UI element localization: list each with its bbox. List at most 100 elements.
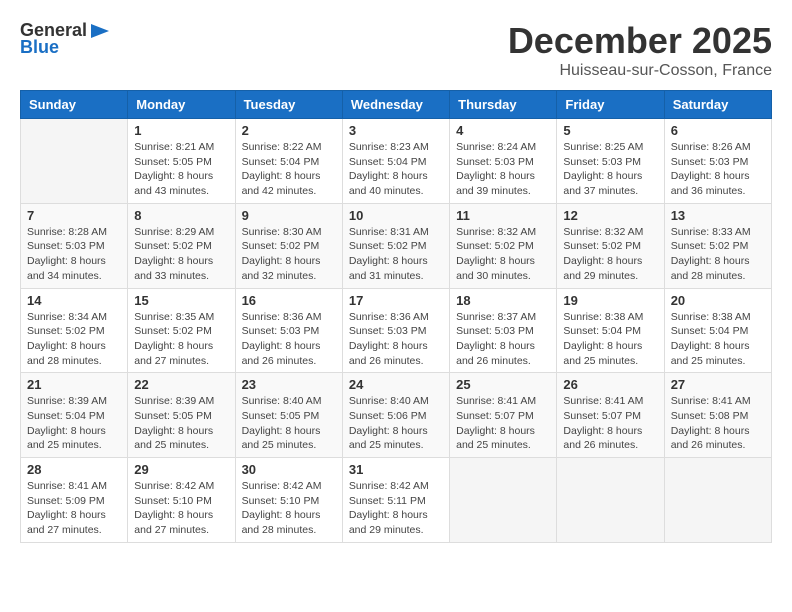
calendar-cell: 8 Sunrise: 8:29 AM Sunset: 5:02 PM Daylig… [128, 203, 235, 288]
calendar-table: SundayMondayTuesdayWednesdayThursdayFrid… [20, 90, 772, 543]
header-sunday: Sunday [21, 91, 128, 119]
day-number: 13 [671, 208, 765, 223]
calendar-cell: 23 Sunrise: 8:40 AM Sunset: 5:05 PM Dayli… [235, 373, 342, 458]
calendar-cell: 20 Sunrise: 8:38 AM Sunset: 5:04 PM Dayli… [664, 288, 771, 373]
day-number: 15 [134, 293, 228, 308]
day-info: Sunrise: 8:39 AM Sunset: 5:04 PM Dayligh… [27, 394, 121, 453]
calendar-cell: 22Sunrise: 8:39 AM Sunset: 5:05 PM Dayli… [128, 373, 235, 458]
calendar-cell [21, 119, 128, 204]
day-info: Sunrise: 8:37 AM Sunset: 5:03 PM Dayligh… [456, 310, 550, 369]
day-number: 12 [563, 208, 657, 223]
day-number: 6 [671, 123, 765, 138]
calendar-cell: 6 Sunrise: 8:26 AM Sunset: 5:03 PM Daylig… [664, 119, 771, 204]
day-number: 11 [456, 208, 550, 223]
calendar-cell: 15 Sunrise: 8:35 AM Sunset: 5:02 PM Dayli… [128, 288, 235, 373]
day-number: 9 [242, 208, 336, 223]
week-row-5: 28 Sunrise: 8:41 AM Sunset: 5:09 PM Dayli… [21, 458, 772, 543]
header-tuesday: Tuesday [235, 91, 342, 119]
day-info: Sunrise: 8:38 AM Sunset: 5:04 PM Dayligh… [671, 310, 765, 369]
day-info: Sunrise: 8:40 AM Sunset: 5:05 PM Dayligh… [242, 394, 336, 453]
day-info: Sunrise: 8:36 AM Sunset: 5:03 PM Dayligh… [349, 310, 443, 369]
week-row-4: 21Sunrise: 8:39 AM Sunset: 5:04 PM Dayli… [21, 373, 772, 458]
header-monday: Monday [128, 91, 235, 119]
day-number: 26 [563, 377, 657, 392]
calendar-cell: 2 Sunrise: 8:22 AM Sunset: 5:04 PM Daylig… [235, 119, 342, 204]
header-thursday: Thursday [450, 91, 557, 119]
calendar-cell: 19 Sunrise: 8:38 AM Sunset: 5:04 PM Dayli… [557, 288, 664, 373]
calendar-cell: 4 Sunrise: 8:24 AM Sunset: 5:03 PM Daylig… [450, 119, 557, 204]
calendar-cell [664, 458, 771, 543]
calendar-cell [450, 458, 557, 543]
header-friday: Friday [557, 91, 664, 119]
day-info: Sunrise: 8:40 AM Sunset: 5:06 PM Dayligh… [349, 394, 443, 453]
day-number: 14 [27, 293, 121, 308]
day-info: Sunrise: 8:26 AM Sunset: 5:03 PM Dayligh… [671, 140, 765, 199]
day-info: Sunrise: 8:42 AM Sunset: 5:10 PM Dayligh… [242, 479, 336, 538]
day-info: Sunrise: 8:41 AM Sunset: 5:07 PM Dayligh… [563, 394, 657, 453]
day-info: Sunrise: 8:42 AM Sunset: 5:10 PM Dayligh… [134, 479, 228, 538]
calendar-cell: 27 Sunrise: 8:41 AM Sunset: 5:08 PM Dayli… [664, 373, 771, 458]
day-number: 2 [242, 123, 336, 138]
day-info: Sunrise: 8:41 AM Sunset: 5:08 PM Dayligh… [671, 394, 765, 453]
calendar-cell: 3Sunrise: 8:23 AM Sunset: 5:04 PM Daylig… [342, 119, 449, 204]
day-number: 7 [27, 208, 121, 223]
calendar-cell: 21Sunrise: 8:39 AM Sunset: 5:04 PM Dayli… [21, 373, 128, 458]
calendar-cell: 28 Sunrise: 8:41 AM Sunset: 5:09 PM Dayli… [21, 458, 128, 543]
day-info: Sunrise: 8:24 AM Sunset: 5:03 PM Dayligh… [456, 140, 550, 199]
day-number: 24 [349, 377, 443, 392]
calendar-cell: 16Sunrise: 8:36 AM Sunset: 5:03 PM Dayli… [235, 288, 342, 373]
logo-flag-icon [89, 22, 111, 40]
day-info: Sunrise: 8:32 AM Sunset: 5:02 PM Dayligh… [563, 225, 657, 284]
day-info: Sunrise: 8:31 AM Sunset: 5:02 PM Dayligh… [349, 225, 443, 284]
location-title: Huisseau-sur-Cosson, France [508, 62, 772, 80]
calendar-cell: 10Sunrise: 8:31 AM Sunset: 5:02 PM Dayli… [342, 203, 449, 288]
calendar-cell: 12 Sunrise: 8:32 AM Sunset: 5:02 PM Dayli… [557, 203, 664, 288]
day-number: 22 [134, 377, 228, 392]
calendar-cell: 18Sunrise: 8:37 AM Sunset: 5:03 PM Dayli… [450, 288, 557, 373]
day-info: Sunrise: 8:29 AM Sunset: 5:02 PM Dayligh… [134, 225, 228, 284]
day-info: Sunrise: 8:22 AM Sunset: 5:04 PM Dayligh… [242, 140, 336, 199]
month-title: December 2025 [508, 20, 772, 62]
day-info: Sunrise: 8:41 AM Sunset: 5:07 PM Dayligh… [456, 394, 550, 453]
day-info: Sunrise: 8:38 AM Sunset: 5:04 PM Dayligh… [563, 310, 657, 369]
day-number: 31 [349, 462, 443, 477]
calendar-cell: 11Sunrise: 8:32 AM Sunset: 5:02 PM Dayli… [450, 203, 557, 288]
calendar-cell: 26 Sunrise: 8:41 AM Sunset: 5:07 PM Dayli… [557, 373, 664, 458]
day-number: 8 [134, 208, 228, 223]
day-info: Sunrise: 8:25 AM Sunset: 5:03 PM Dayligh… [563, 140, 657, 199]
day-info: Sunrise: 8:28 AM Sunset: 5:03 PM Dayligh… [27, 225, 121, 284]
calendar-cell: 25 Sunrise: 8:41 AM Sunset: 5:07 PM Dayli… [450, 373, 557, 458]
logo-blue: Blue [20, 37, 59, 58]
week-row-1: 1 Sunrise: 8:21 AM Sunset: 5:05 PM Daylig… [21, 119, 772, 204]
calendar-cell [557, 458, 664, 543]
calendar-cell: 14Sunrise: 8:34 AM Sunset: 5:02 PM Dayli… [21, 288, 128, 373]
day-number: 1 [134, 123, 228, 138]
day-number: 28 [27, 462, 121, 477]
calendar-cell: 13 Sunrise: 8:33 AM Sunset: 5:02 PM Dayli… [664, 203, 771, 288]
day-info: Sunrise: 8:41 AM Sunset: 5:09 PM Dayligh… [27, 479, 121, 538]
calendar-cell: 9 Sunrise: 8:30 AM Sunset: 5:02 PM Daylig… [235, 203, 342, 288]
day-number: 27 [671, 377, 765, 392]
calendar-cell: 29 Sunrise: 8:42 AM Sunset: 5:10 PM Dayli… [128, 458, 235, 543]
day-number: 23 [242, 377, 336, 392]
day-number: 20 [671, 293, 765, 308]
calendar-cell: 31Sunrise: 8:42 AM Sunset: 5:11 PM Dayli… [342, 458, 449, 543]
calendar-cell: 1 Sunrise: 8:21 AM Sunset: 5:05 PM Daylig… [128, 119, 235, 204]
day-info: Sunrise: 8:33 AM Sunset: 5:02 PM Dayligh… [671, 225, 765, 284]
header-row: SundayMondayTuesdayWednesdayThursdayFrid… [21, 91, 772, 119]
logo: General Blue [20, 20, 111, 58]
day-number: 3 [349, 123, 443, 138]
day-number: 5 [563, 123, 657, 138]
day-number: 16 [242, 293, 336, 308]
day-number: 25 [456, 377, 550, 392]
day-number: 4 [456, 123, 550, 138]
day-number: 17 [349, 293, 443, 308]
calendar-cell: 24 Sunrise: 8:40 AM Sunset: 5:06 PM Dayli… [342, 373, 449, 458]
day-info: Sunrise: 8:35 AM Sunset: 5:02 PM Dayligh… [134, 310, 228, 369]
day-info: Sunrise: 8:30 AM Sunset: 5:02 PM Dayligh… [242, 225, 336, 284]
day-number: 19 [563, 293, 657, 308]
header-wednesday: Wednesday [342, 91, 449, 119]
day-info: Sunrise: 8:21 AM Sunset: 5:05 PM Dayligh… [134, 140, 228, 199]
calendar-cell: 30Sunrise: 8:42 AM Sunset: 5:10 PM Dayli… [235, 458, 342, 543]
day-number: 29 [134, 462, 228, 477]
